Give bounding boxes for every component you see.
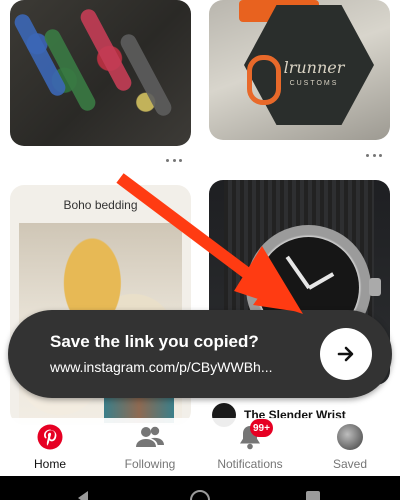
tab-following[interactable]: Following [100, 418, 200, 476]
pin-patch-image[interactable]: lrunner CUSTOMS [209, 0, 390, 140]
patch-subtext: CUSTOMS [289, 80, 339, 87]
patch-text: lrunner [283, 58, 345, 77]
system-nav-bar [0, 476, 400, 500]
bottom-tab-bar: Home Following Notifications Saved [0, 418, 400, 476]
profile-avatar-icon [336, 423, 364, 451]
people-icon [136, 423, 164, 451]
tab-label: Following [124, 457, 176, 471]
tab-saved[interactable]: Saved [300, 418, 400, 476]
save-link-button[interactable] [320, 328, 372, 380]
tab-label: Notifications [217, 457, 283, 471]
toast-title: Save the link you copied? [50, 332, 259, 351]
tab-home[interactable]: Home [0, 418, 100, 476]
pin-title: Boho bedding [63, 198, 138, 212]
pin-knives-image[interactable] [10, 0, 191, 146]
toast-url: www.instagram.com/p/CByWWBh... [50, 359, 273, 375]
home-circle-icon[interactable] [190, 490, 210, 500]
pinterest-logo-icon [36, 423, 64, 451]
more-options-icon[interactable] [366, 152, 382, 158]
arrow-right-icon [337, 346, 354, 362]
back-icon[interactable] [78, 491, 88, 500]
more-options-icon[interactable] [166, 157, 182, 163]
notifications-badge: 99+ [250, 419, 273, 437]
tab-label: Home [33, 457, 66, 471]
tab-label: Saved [332, 457, 368, 471]
recent-apps-icon[interactable] [306, 491, 320, 500]
save-link-toast[interactable]: Save the link you copied? www.instagram.… [8, 310, 392, 398]
watch-crown [369, 278, 381, 296]
